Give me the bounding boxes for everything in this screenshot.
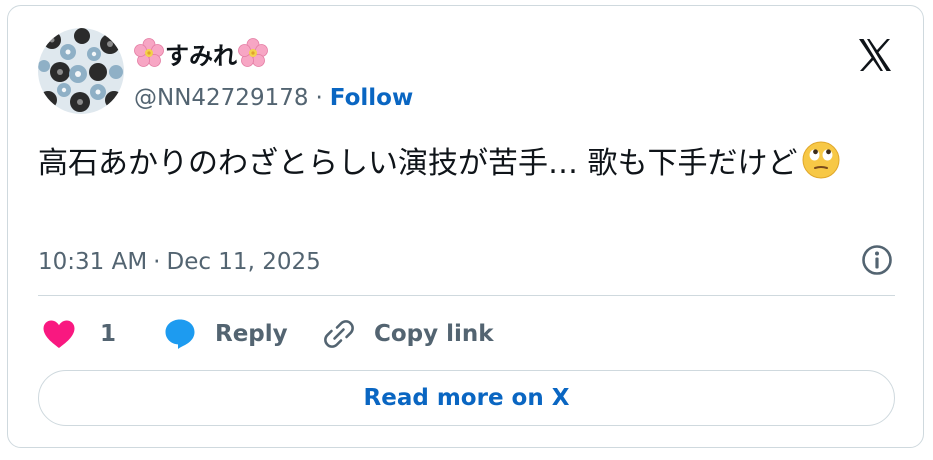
tweet-body: 高石あかりのわざとらしい演技が苦手… 歌も下手だけど xyxy=(38,146,798,181)
divider xyxy=(38,295,895,296)
reply-label: Reply xyxy=(215,321,288,347)
author-name-row[interactable]: すみれ xyxy=(134,36,268,70)
cherry-blossom-icon xyxy=(134,38,164,67)
follow-link[interactable]: Follow xyxy=(330,85,413,111)
like-button[interactable]: 1 xyxy=(42,311,116,357)
copy-link-label: Copy link xyxy=(374,321,494,347)
info-icon[interactable] xyxy=(860,243,894,277)
read-more-button[interactable]: Read more on X xyxy=(38,370,895,426)
handle-separator: · xyxy=(315,85,323,111)
author-handle-row: @NN42729178 · Follow xyxy=(134,80,413,116)
floral-pattern-avatar-icon xyxy=(38,28,124,114)
tweet-embed-card: すみれ @NN42729178 · Follow 高石あかりのわざとらしい演技が… xyxy=(7,5,924,448)
timestamp-separator: · xyxy=(153,249,161,275)
tweet-timestamp[interactable]: 10:31 AM · Dec 11, 2025 xyxy=(38,244,321,280)
action-bar: 1 Reply Copy link xyxy=(38,311,898,357)
reply-button[interactable]: Reply xyxy=(163,311,288,357)
link-icon xyxy=(324,320,354,348)
author-display-name: すみれ xyxy=(165,41,237,70)
like-count: 1 xyxy=(100,321,117,347)
author-handle[interactable]: @NN42729178 xyxy=(134,85,308,111)
heart-icon xyxy=(43,320,75,348)
face-with-rolling-eyes-icon xyxy=(802,141,840,179)
avatar[interactable] xyxy=(38,28,124,114)
x-logo-icon[interactable] xyxy=(856,36,894,74)
tweet-date: Dec 11, 2025 xyxy=(166,249,321,275)
read-more-label: Read more on X xyxy=(363,385,570,411)
speech-bubble-icon xyxy=(165,319,195,349)
copy-link-button[interactable]: Copy link xyxy=(322,311,494,357)
cherry-blossom-icon xyxy=(238,38,268,67)
tweet-time: 10:31 AM xyxy=(38,249,148,275)
tweet-text: 高石あかりのわざとらしい演技が苦手… 歌も下手だけど xyxy=(38,139,888,185)
